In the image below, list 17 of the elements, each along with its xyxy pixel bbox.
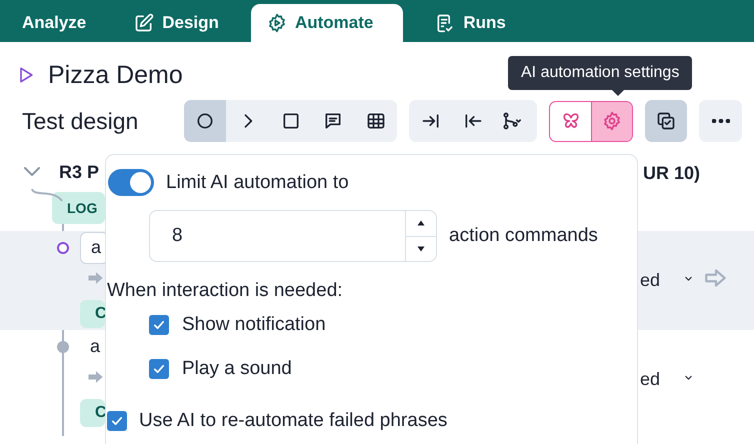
tag: C [80, 398, 105, 426]
section-title: Test design [22, 108, 140, 134]
checkbox-label: Use AI to re-automate failed phrases [139, 410, 448, 432]
scenario-title: R3 P [59, 162, 100, 182]
checkbox-label: Play a sound [182, 358, 292, 380]
tooltip: AI automation settings [508, 56, 692, 90]
tag: C [80, 300, 105, 328]
step-text: a [89, 335, 102, 358]
toggle-label: Limit AI automation to [166, 172, 349, 194]
field-label: action commands [449, 225, 598, 247]
section-label: When interaction is needed: [107, 280, 343, 302]
page-title: Pizza Demo [48, 60, 183, 90]
scenario-title: UR 10) [643, 163, 700, 184]
tag: LOG [52, 192, 105, 224]
checkbox-label: Show notification [182, 314, 326, 336]
status-text: ed [640, 369, 660, 390]
status-text: ed [640, 270, 660, 291]
